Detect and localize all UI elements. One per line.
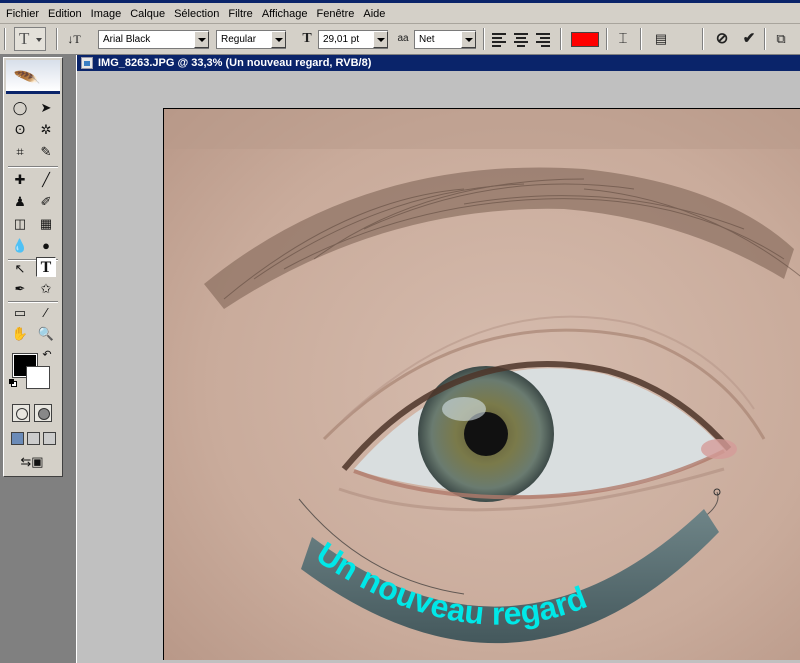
antialias-select[interactable]: Net [414,30,476,49]
chevron-down-icon [271,31,286,48]
clone-stamp-tool-icon[interactable]: ♟ [10,192,30,212]
align-right-icon[interactable] [536,31,552,47]
eraser-tool-icon[interactable]: ◫ [10,214,30,234]
document-icon [81,57,93,69]
menu-edition[interactable]: Edition [44,4,87,20]
full-screen-menu-mode-icon[interactable] [27,432,40,445]
separator [606,28,608,50]
blur-tool-icon[interactable]: 💧 [10,236,30,256]
toolbox: 🪶 ◯ ➤ ʘ ✲ ⌗ ✎ ✚ ╱ ♟ ✐ ◫ ▦ 💧 ● ↖ T ✒ ✩ ▭ … [3,57,63,477]
text-orientation-icon[interactable]: ↓T [64,30,84,48]
separator [483,28,485,50]
eyedropper-tool-icon[interactable]: ⁄ [36,303,56,323]
document-window: IMG_8263.JPG @ 33,3% (Un nouveau regard,… [76,55,800,663]
zoom-tool-icon[interactable]: 🔍 [36,324,56,344]
chevron-down-icon [461,31,476,48]
menu-filtre[interactable]: Filtre [224,4,257,20]
menu-image[interactable]: Image [87,4,127,20]
gradient-tool-icon[interactable]: ▦ [36,214,56,234]
separator [560,28,562,50]
chevron-down-icon [36,38,42,42]
commit-check-icon[interactable]: ✔ [740,30,758,48]
photoshop-feather-logo: 🪶 [6,60,60,94]
standard-mode-icon[interactable] [12,404,30,422]
font-family-select[interactable]: Arial Black [98,30,209,49]
separator [764,28,766,50]
dodge-tool-icon[interactable]: ● [36,236,56,256]
font-size-select[interactable]: 29,01 pt [318,30,388,49]
text-color-swatch[interactable] [571,32,599,47]
default-colors-icon[interactable] [9,379,17,387]
notes-tool-icon[interactable]: ▭ [10,303,30,323]
magic-wand-tool-icon[interactable]: ✲ [36,120,56,140]
jump-to-imageready-icon[interactable]: ⧉ [770,30,792,48]
pen-tool-icon[interactable]: ✒ [10,279,30,299]
gripper[interactable] [4,28,6,50]
cancel-icon[interactable]: ⊘ [713,30,731,48]
separator [640,28,642,50]
chevron-down-icon [373,31,388,48]
menu-calque[interactable]: Calque [126,4,170,20]
menu-selection[interactable]: Sélection [170,4,224,20]
move-tool-icon[interactable]: ➤ [36,98,56,118]
eye-photo[interactable]: Un nouveau regard [164,109,800,660]
warp-text-icon[interactable]: ⌶ [614,30,632,48]
healing-brush-tool-icon[interactable]: ✚ [10,170,30,190]
background-color-swatch[interactable] [26,366,50,389]
marquee-tool-icon[interactable]: ◯ [10,98,30,118]
document-title: IMG_8263.JPG @ 33,3% (Un nouveau regard,… [98,57,372,69]
menu-fenetre[interactable]: Fenêtre [312,4,359,20]
font-size-value: 29,01 pt [323,34,360,45]
chevron-down-icon [194,31,209,48]
hand-tool-icon[interactable]: ✋ [10,324,30,344]
shape-tool-icon[interactable]: ✩ [36,279,56,299]
lasso-tool-icon[interactable]: ʘ [10,120,30,140]
menu-aide[interactable]: Aide [359,4,390,20]
crop-tool-icon[interactable]: ⌗ [10,142,30,162]
antialias-value: Net [419,34,435,45]
menu-bar: Fichier Edition Image Calque Sélection F… [0,0,800,24]
align-left-icon[interactable] [492,31,508,47]
document-title-bar[interactable]: IMG_8263.JPG @ 33,3% (Un nouveau regard,… [77,55,800,71]
path-selection-tool-icon[interactable]: ↖ [10,259,30,279]
separator [702,28,704,50]
align-center-icon[interactable] [514,31,530,47]
full-screen-mode-icon[interactable] [43,432,56,445]
separator [56,28,58,50]
swap-colors-icon[interactable]: ↶ [40,348,54,362]
antialias-icon: aa [397,33,409,44]
font-size-icon: T [302,31,312,46]
tool-preset-picker[interactable]: T [14,27,46,51]
brush-tool-icon[interactable]: ╱ [36,170,56,190]
canvas[interactable]: Un nouveau regard [163,108,800,660]
standard-screen-mode-icon[interactable] [11,432,24,445]
type-tool-icon[interactable]: T [36,257,56,277]
jump-to-imageready-icon[interactable]: ⇆▣ [12,452,52,472]
divider [8,166,58,168]
quick-mask-mode-icon[interactable] [34,404,52,422]
history-brush-tool-icon[interactable]: ✐ [36,192,56,212]
font-style-value: Regular [221,34,257,45]
font-style-select[interactable]: Regular [216,30,286,49]
menu-fichier[interactable]: Fichier [2,4,44,20]
options-bar: T ↓T Arial Black Regular T 29,01 pt aa N… [0,24,800,55]
font-family-value: Arial Black [103,34,151,45]
menu-affichage[interactable]: Affichage [258,4,313,20]
palettes-icon[interactable]: ▤ [652,30,670,48]
slice-tool-icon[interactable]: ✎ [36,142,56,162]
